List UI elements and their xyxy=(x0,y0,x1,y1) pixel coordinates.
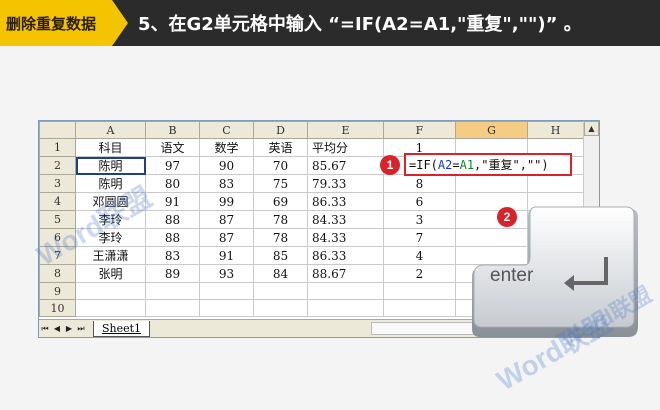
cell-d6[interactable]: 78 xyxy=(253,228,308,247)
cell-b3[interactable]: 80 xyxy=(145,174,200,193)
column-header-a[interactable]: A xyxy=(75,121,146,139)
instruction-banner: 删除重复数据 5、在G2单元格中输入 “=IF(A2=A1,"重复","")” … xyxy=(0,0,660,46)
cell-b7[interactable]: 83 xyxy=(145,246,200,265)
cell-f4[interactable]: 6 xyxy=(383,192,456,211)
cell-g3[interactable] xyxy=(455,174,528,193)
cell-f7[interactable]: 4 xyxy=(383,246,456,265)
select-all-corner[interactable] xyxy=(39,121,76,139)
cell-c1[interactable]: 数学 xyxy=(199,138,254,157)
cell-c2[interactable]: 90 xyxy=(199,156,254,175)
cell-d1[interactable]: 英语 xyxy=(253,138,308,157)
cell-e6[interactable]: 84.33 xyxy=(307,228,384,247)
cell-e1[interactable]: 平均分 xyxy=(307,138,384,157)
first-sheet-icon[interactable]: ⏮ xyxy=(39,324,51,334)
column-header-b[interactable]: B xyxy=(145,121,200,139)
cell-f3[interactable]: 8 xyxy=(383,174,456,193)
formula-part-if: =IF( xyxy=(409,157,438,172)
cell-d3[interactable]: 75 xyxy=(253,174,308,193)
cell-c10[interactable] xyxy=(199,299,254,317)
formula-ref-a1: A1 xyxy=(459,157,475,172)
cell-b6[interactable]: 88 xyxy=(145,228,200,247)
cell-h3[interactable] xyxy=(527,174,584,193)
cell-b1[interactable]: 语文 xyxy=(145,138,200,157)
row-header[interactable]: 10 xyxy=(39,299,76,317)
cell-d4[interactable]: 69 xyxy=(253,192,308,211)
column-header-row: ABCDEFGH xyxy=(39,121,584,139)
cell-a9[interactable] xyxy=(75,282,146,300)
cell-f9[interactable] xyxy=(383,282,456,300)
sheet-tab[interactable]: Sheet1 xyxy=(93,320,151,337)
row-header[interactable]: 1 xyxy=(39,138,76,157)
cell-e9[interactable] xyxy=(307,282,384,300)
banner-tag: 删除重复数据 xyxy=(0,0,128,46)
cell-a1[interactable]: 科目 xyxy=(75,138,146,157)
cell-c3[interactable]: 83 xyxy=(199,174,254,193)
cell-e7[interactable]: 86.33 xyxy=(307,246,384,265)
next-sheet-icon[interactable]: ▶ xyxy=(63,324,75,333)
cell-c8[interactable]: 93 xyxy=(199,264,254,283)
cell-a10[interactable] xyxy=(75,299,146,317)
cell-d8[interactable]: 84 xyxy=(253,264,308,283)
cell-e10[interactable] xyxy=(307,299,384,317)
column-header-g[interactable]: G xyxy=(455,121,528,139)
cell-e5[interactable]: 84.33 xyxy=(307,210,384,229)
cell-e2[interactable]: 85.67 xyxy=(307,156,384,175)
cell-c6[interactable]: 87 xyxy=(199,228,254,247)
prev-sheet-icon[interactable]: ◀ xyxy=(51,324,63,333)
cell-b8[interactable]: 89 xyxy=(145,264,200,283)
cell-c5[interactable]: 87 xyxy=(199,210,254,229)
cell-d7[interactable]: 85 xyxy=(253,246,308,265)
cell-e8[interactable]: 88.67 xyxy=(307,264,384,283)
cell-b9[interactable] xyxy=(145,282,200,300)
step-1-badge: 1 xyxy=(380,155,400,175)
last-sheet-icon[interactable]: ⏭ xyxy=(75,324,87,334)
formula-in-g2[interactable]: =IF( A2 = A1 ,"重复","") xyxy=(404,153,572,176)
column-header-c[interactable]: C xyxy=(199,121,254,139)
formula-part-eq: = xyxy=(452,157,460,172)
column-header-f[interactable]: F xyxy=(383,121,456,139)
cell-d9[interactable] xyxy=(253,282,308,300)
column-header-e[interactable]: E xyxy=(307,121,384,139)
row-header[interactable]: 4 xyxy=(39,192,76,211)
cell-d5[interactable]: 78 xyxy=(253,210,308,229)
banner-instruction: 5、在G2单元格中输入 “=IF(A2=A1,"重复","")” 。 xyxy=(138,14,582,35)
cell-e4[interactable]: 86.33 xyxy=(307,192,384,211)
cell-d2[interactable]: 70 xyxy=(253,156,308,175)
row-header[interactable]: 2 xyxy=(39,156,76,175)
cell-c7[interactable]: 91 xyxy=(199,246,254,265)
cell-f6[interactable]: 7 xyxy=(383,228,456,247)
column-header-h[interactable]: H xyxy=(527,121,584,139)
cell-f5[interactable]: 3 xyxy=(383,210,456,229)
row-header[interactable]: 3 xyxy=(39,174,76,193)
cell-a2[interactable]: 陈明 xyxy=(75,156,146,175)
enter-key-label: enter xyxy=(490,265,534,286)
cell-c9[interactable] xyxy=(199,282,254,300)
cell-f8[interactable]: 2 xyxy=(383,264,456,283)
cell-a8[interactable]: 张明 xyxy=(75,264,146,283)
column-header-d[interactable]: D xyxy=(253,121,308,139)
cell-b10[interactable] xyxy=(145,299,200,317)
cell-e3[interactable]: 79.33 xyxy=(307,174,384,193)
formula-ref-a2: A2 xyxy=(437,157,453,172)
row-header[interactable]: 9 xyxy=(39,282,76,300)
cell-b2[interactable]: 97 xyxy=(145,156,200,175)
cell-d10[interactable] xyxy=(253,299,308,317)
cell-f10[interactable] xyxy=(383,299,456,317)
cell-c4[interactable]: 99 xyxy=(199,192,254,211)
scroll-up-icon[interactable]: ▲ xyxy=(584,121,599,136)
formula-part-rest: ,"重复","") xyxy=(474,158,549,172)
